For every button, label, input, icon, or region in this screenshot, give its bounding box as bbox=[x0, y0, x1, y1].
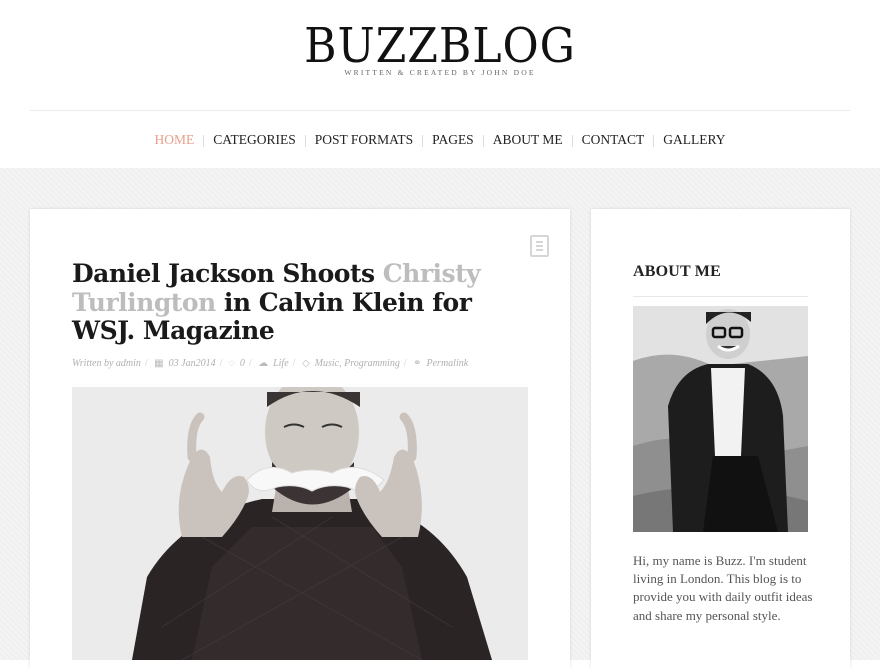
site-tagline: WRITTEN & CREATED BY JOHN DOE bbox=[344, 68, 536, 77]
nav-item-about-me[interactable]: ABOUT ME bbox=[485, 131, 571, 149]
post-image-illustration bbox=[72, 387, 528, 660]
nav-separator bbox=[203, 134, 205, 147]
nav-item-gallery[interactable]: GALLERY bbox=[655, 131, 733, 149]
nav-separator bbox=[571, 134, 573, 147]
link-icon: ⚭ bbox=[413, 358, 422, 369]
calendar-icon: ▦ bbox=[154, 358, 164, 369]
nav-item-categories[interactable]: CATEGORIES bbox=[205, 131, 304, 149]
about-me-bio: Hi, my name is Buzz. I'm student living … bbox=[633, 553, 813, 623]
nav-separator bbox=[653, 134, 655, 147]
post-comments-count[interactable]: 0 bbox=[240, 358, 245, 369]
post-tags[interactable]: Music, Programming bbox=[315, 358, 400, 369]
post-meta: Written by admin / ▦ 03 Jan2014/ ◌ 0/ ☁ Life… bbox=[72, 358, 469, 369]
post-author[interactable]: Written by admin bbox=[72, 358, 141, 369]
nav-item-pages[interactable]: PAGES bbox=[424, 131, 482, 149]
about-photo-illustration bbox=[633, 306, 808, 532]
document-icon bbox=[530, 235, 549, 257]
post-title-part1: Daniel Jackson Shoots bbox=[72, 259, 383, 288]
post-category[interactable]: Life bbox=[273, 358, 289, 369]
nav-separator bbox=[482, 134, 484, 147]
nav-item-post-formats[interactable]: POST FORMATS bbox=[307, 131, 421, 149]
post-permalink[interactable]: Permalink bbox=[427, 358, 469, 369]
comment-icon: ◌ bbox=[228, 358, 235, 369]
widget-divider bbox=[633, 296, 808, 297]
cloud-icon: ☁ bbox=[258, 358, 269, 369]
nav-separator bbox=[422, 134, 424, 147]
tag-icon: ◇ bbox=[301, 358, 310, 369]
widget-title: ABOUT ME bbox=[633, 263, 721, 280]
about-me-photo bbox=[633, 306, 808, 532]
site-header: BUZZBLOG WRITTEN & CREATED BY JOHN DOE H… bbox=[0, 0, 880, 168]
post-date: 03 Jan2014 bbox=[168, 358, 216, 369]
site-logo[interactable]: BUZZBLOG bbox=[35, 22, 845, 70]
main-nav: HOME CATEGORIES POST FORMATS PAGES ABOUT ME C… bbox=[0, 131, 880, 149]
nav-item-home[interactable]: HOME bbox=[146, 131, 202, 149]
post-featured-image[interactable] bbox=[72, 387, 528, 660]
nav-separator bbox=[304, 134, 306, 147]
nav-item-contact[interactable]: CONTACT bbox=[574, 131, 653, 149]
header-divider bbox=[30, 110, 850, 111]
post-title[interactable]: Daniel Jackson Shoots Christy Turlington… bbox=[72, 259, 532, 346]
